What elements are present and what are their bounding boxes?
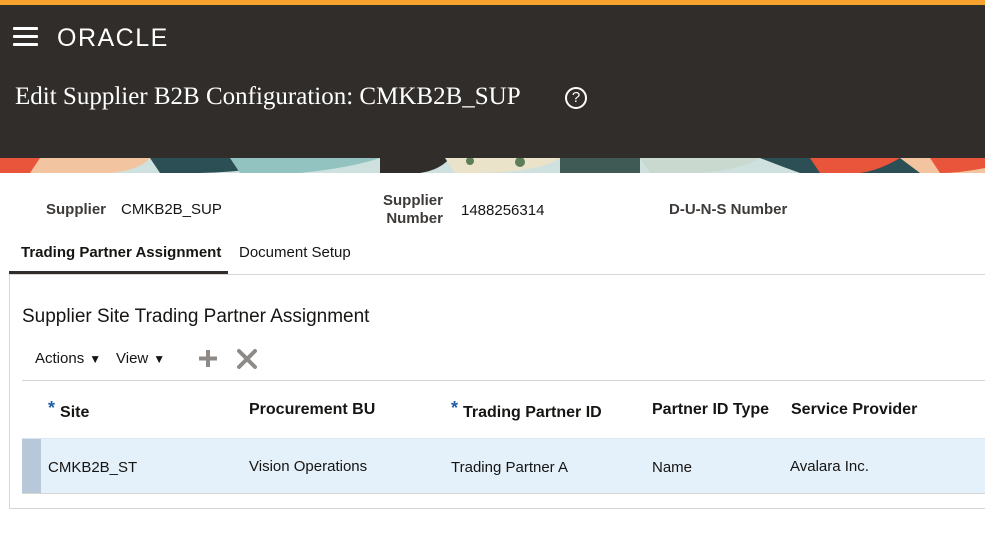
column-header-procurement-bu[interactable]: Procurement BU <box>249 401 375 419</box>
supplier-label: Supplier <box>46 201 107 218</box>
supplier-value: CMKB2B_SUP <box>121 201 222 218</box>
help-icon[interactable]: ? <box>565 87 587 109</box>
actions-menu[interactable]: Actions ▼ <box>35 350 101 367</box>
row-selector[interactable] <box>22 439 41 494</box>
menu-icon[interactable] <box>13 27 39 47</box>
supplier-number-value: 1488256314 <box>461 202 545 219</box>
column-header-partner-id-type[interactable]: Partner ID Type <box>652 401 769 419</box>
caret-down-icon: ▼ <box>89 352 102 366</box>
section-title: Supplier Site Trading Partner Assignment <box>22 306 370 327</box>
plus-icon[interactable] <box>198 344 218 377</box>
cell-site: CMKB2B_ST <box>48 459 138 476</box>
tab-document-setup[interactable]: Document Setup <box>239 244 351 261</box>
table-top-border <box>22 380 985 381</box>
oracle-logo[interactable]: ORACLE <box>57 24 169 53</box>
page-title: Edit Supplier B2B Configuration: CMKB2B_… <box>15 83 521 110</box>
delete-x-icon[interactable] <box>237 344 257 377</box>
column-header-site[interactable]: * Site <box>48 398 89 422</box>
tab-trading-partner-assignment[interactable]: Trading Partner Assignment <box>21 244 221 261</box>
table-bottom-border <box>22 493 985 494</box>
table-row[interactable]: CMKB2B_ST Vision Operations Trading Part… <box>22 438 985 494</box>
supplier-number-label: Supplier Number <box>382 192 443 227</box>
cell-procurement-bu: Vision Operations <box>249 458 368 475</box>
cell-service-provider: Avalara Inc. <box>790 458 869 475</box>
column-header-service-provider[interactable]: Service Provider <box>791 401 917 419</box>
page-header: ORACLE Edit Supplier B2B Configuration: … <box>0 5 985 158</box>
cell-partner-id-type: Name <box>652 459 693 476</box>
caret-down-icon: ▼ <box>153 352 166 366</box>
view-menu[interactable]: View ▼ <box>116 350 165 367</box>
decorative-banner <box>0 158 985 173</box>
column-header-trading-partner-id[interactable]: * Trading Partner ID <box>451 398 602 422</box>
cell-trading-partner-id: Trading Partner A <box>451 459 569 476</box>
duns-number-label: D-U-N-S Number <box>669 201 788 218</box>
